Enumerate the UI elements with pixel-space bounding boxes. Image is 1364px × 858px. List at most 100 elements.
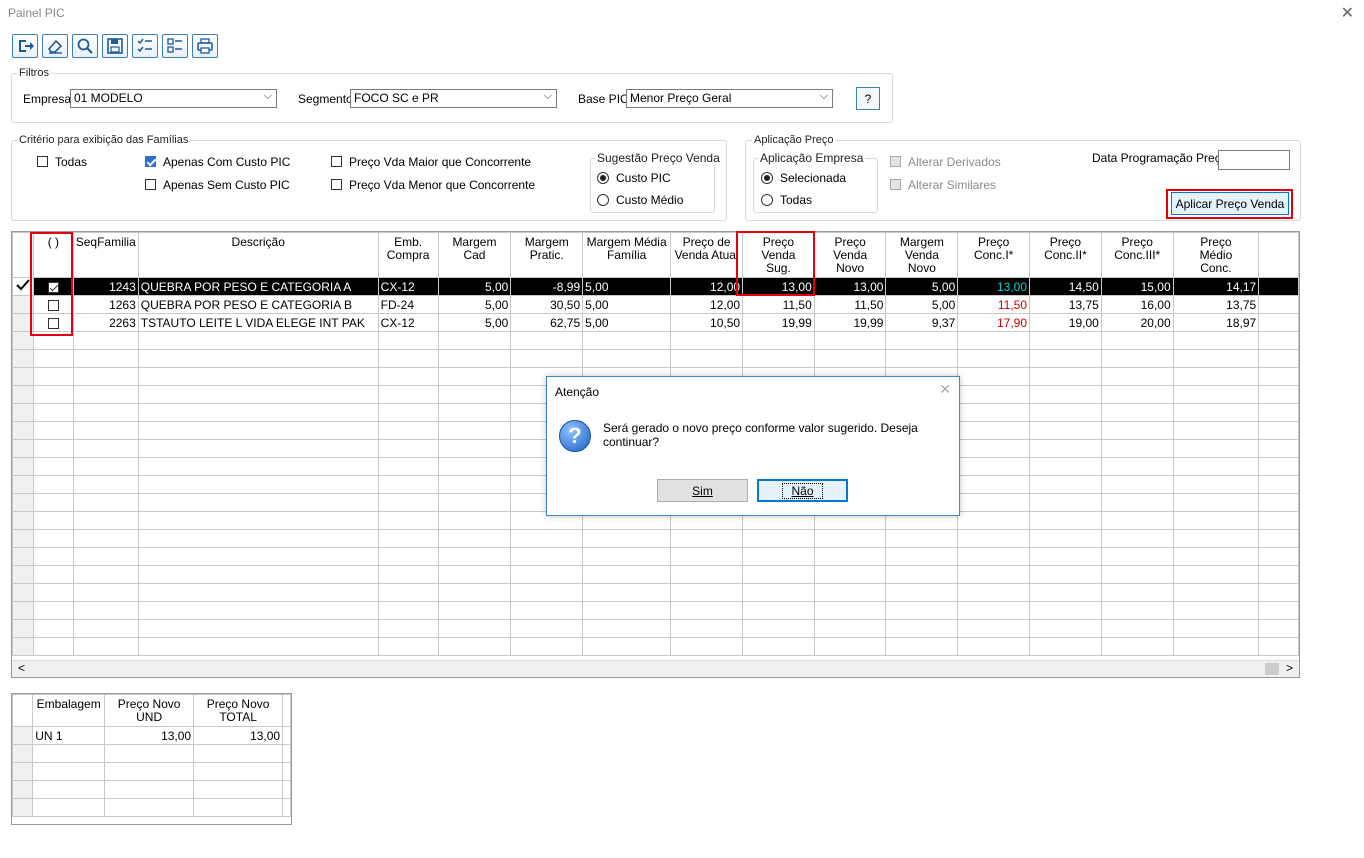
cell-mcad[interactable]: 5,00 (437, 295, 512, 314)
column-header[interactable]: Emb. Compra (377, 232, 439, 278)
preco-menor-checkbox[interactable] (331, 179, 342, 190)
cell-desc[interactable]: QUEBRA POR PESO E CATEGORIA A (137, 277, 379, 296)
row-checkbox-cell[interactable] (32, 277, 74, 296)
cell-total[interactable]: 13,00 (193, 726, 284, 745)
table-row[interactable]: 1243 QUEBRA POR PESO E CATEGORIA A CX-12 5,… (12, 277, 1299, 296)
cell-cmed[interactable]: 18,97 (1172, 313, 1260, 332)
apenas-sem-custo-checkbox[interactable] (145, 179, 156, 190)
cell-c3[interactable]: 20,00 (1100, 313, 1174, 332)
alterar-derivados-checkbox[interactable] (890, 156, 901, 167)
cell-mvnovo[interactable]: 9,37 (885, 313, 959, 332)
chevron-left-icon[interactable]: < (18, 661, 25, 675)
cell-pvatual[interactable]: 12,00 (670, 295, 744, 314)
scroll-thumb[interactable] (1265, 663, 1279, 675)
column-header[interactable]: Preço Novo TOTAL (193, 694, 284, 727)
empresa-select[interactable]: 01 MODELO ⌵ (70, 89, 277, 108)
cell-pvsug[interactable]: 19,99 (742, 313, 815, 332)
cell-mcad[interactable]: 5,00 (437, 277, 512, 296)
column-header[interactable]: Preço Venda Novo (813, 232, 887, 278)
cell-c2[interactable]: 14,50 (1029, 277, 1102, 296)
cell-seq[interactable]: 2263 (72, 313, 139, 332)
base-pic-select[interactable]: Menor Preço Geral ⌵ (626, 89, 833, 108)
aplicar-preco-venda-button[interactable]: Aplicar Preço Venda (1171, 192, 1289, 215)
data-programacao-input[interactable] (1218, 150, 1290, 170)
row-indicator[interactable] (12, 726, 34, 745)
cell-desc[interactable]: TSTAUTO LEITE L VIDA ELEGE INT PAK (137, 313, 379, 332)
cell-pvsug[interactable]: 11,50 (742, 295, 815, 314)
table-row[interactable]: 2263 TSTAUTO LEITE L VIDA ELEGE INT PAK CX… (12, 313, 1299, 332)
table-row[interactable]: UN 1 13,00 13,00 (12, 726, 291, 745)
preco-maior-checkbox[interactable] (331, 156, 342, 167)
cell-mmed[interactable]: 5,00 (582, 313, 672, 332)
cell-mprat[interactable]: 62,75 (510, 313, 584, 332)
column-header[interactable]: Margem Cad (437, 232, 512, 278)
cell-c3[interactable]: 15,00 (1100, 277, 1174, 296)
column-header[interactable]: Preço Novo UND (104, 694, 195, 727)
cell-seq[interactable]: 1243 (72, 277, 139, 296)
cell-mmed[interactable]: 5,00 (582, 277, 672, 296)
print-button[interactable] (192, 34, 218, 58)
column-header[interactable]: Preço Conc.I* (957, 232, 1031, 278)
column-header[interactable]: Preço Venda Sug. (742, 232, 815, 278)
cell-emb[interactable]: FD-24 (377, 295, 439, 314)
horizontal-scrollbar[interactable]: < > (12, 660, 1299, 677)
column-header[interactable]: Preço Médio Conc. (1172, 232, 1260, 278)
cell-c1[interactable]: 11,50 (957, 295, 1031, 314)
todas-empresas-radio[interactable] (761, 194, 773, 206)
cell-pvsug[interactable]: 13,00 (742, 277, 815, 296)
column-header[interactable]: Preço Conc.III* (1100, 232, 1174, 278)
exit-button[interactable] (12, 34, 38, 58)
cell-pvnovo[interactable]: 13,00 (813, 277, 887, 296)
todas-checkbox[interactable] (37, 156, 48, 167)
check-all-button[interactable] (132, 34, 158, 58)
nao-button[interactable]: Não (757, 479, 848, 502)
column-header[interactable]: Embalagem (32, 694, 106, 727)
column-header[interactable]: Preço Conc.II* (1029, 232, 1102, 278)
clear-button[interactable] (42, 34, 68, 58)
cell-pvatual[interactable]: 12,00 (670, 277, 744, 296)
cell-c1[interactable]: 13,00 (957, 277, 1031, 296)
cell-pvatual[interactable]: 10,50 (670, 313, 744, 332)
row-checkbox-cell[interactable] (32, 313, 74, 332)
cell-emb[interactable]: CX-12 (377, 313, 439, 332)
cell-cmed[interactable]: 14,17 (1172, 277, 1260, 296)
embalagem-grid[interactable]: Embalagem Preço Novo UND Preço Novo TOTAL UN… (11, 693, 292, 825)
uncheck-all-button[interactable] (162, 34, 188, 58)
cell-und[interactable]: 13,00 (104, 726, 195, 745)
column-header[interactable]: Margem Média Família (582, 232, 672, 278)
cell-c2[interactable]: 13,75 (1029, 295, 1102, 314)
column-header[interactable]: Margem Venda Novo (885, 232, 959, 278)
save-button[interactable] (102, 34, 128, 58)
row-checkbox-cell[interactable] (32, 295, 74, 314)
row-checkbox[interactable] (47, 299, 59, 311)
column-header[interactable]: ( ) (32, 232, 74, 278)
cell-mmed[interactable]: 5,00 (582, 295, 672, 314)
cell-pvnovo[interactable]: 19,99 (813, 313, 887, 332)
help-button[interactable]: ? (856, 87, 880, 110)
close-window-button[interactable]: ✕ (1341, 3, 1354, 23)
cell-mvnovo[interactable]: 5,00 (885, 295, 959, 314)
cell-mprat[interactable]: 30,50 (510, 295, 584, 314)
chevron-right-icon[interactable]: > (1286, 661, 1293, 675)
cell-cmed[interactable]: 13,75 (1172, 295, 1260, 314)
cell-mprat[interactable]: -8,99 (510, 277, 584, 296)
custo-pic-radio[interactable] (597, 172, 609, 184)
custo-medio-radio[interactable] (597, 194, 609, 206)
row-checkbox[interactable] (47, 281, 59, 293)
column-header[interactable]: SeqFamilia (72, 232, 139, 278)
column-header[interactable]: Descrição (137, 232, 379, 278)
cell-c2[interactable]: 19,00 (1029, 313, 1102, 332)
search-button[interactable] (72, 34, 98, 58)
sim-button[interactable]: Sim (657, 479, 748, 502)
table-row[interactable]: 1263 QUEBRA POR PESO E CATEGORIA B FD-24 5,… (12, 295, 1299, 314)
close-icon[interactable]: ✕ (939, 381, 951, 398)
apenas-com-custo-checkbox[interactable] (145, 156, 156, 167)
cell-desc[interactable]: QUEBRA POR PESO E CATEGORIA B (137, 295, 379, 314)
selecionada-radio[interactable] (761, 172, 773, 184)
cell-pvnovo[interactable]: 11,50 (813, 295, 887, 314)
cell-mvnovo[interactable]: 5,00 (885, 277, 959, 296)
cell-c3[interactable]: 16,00 (1100, 295, 1174, 314)
segmento-select[interactable]: FOCO SC e PR ⌵ (350, 89, 557, 108)
column-header[interactable]: Margem Pratic. (510, 232, 584, 278)
cell-seq[interactable]: 1263 (72, 295, 139, 314)
